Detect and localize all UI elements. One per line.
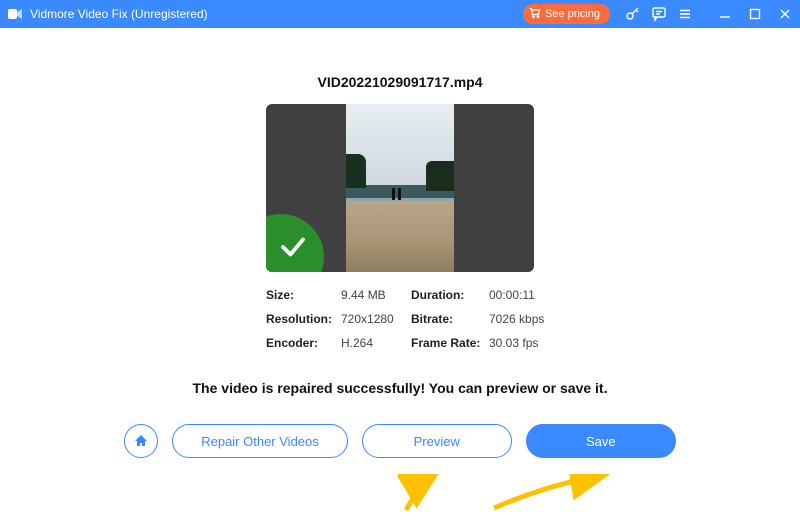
window-controls [710, 0, 800, 28]
home-button[interactable] [124, 424, 158, 458]
resolution-value: 720x1280 [341, 312, 411, 326]
menu-icon[interactable] [672, 0, 698, 28]
duration-label: Duration: [411, 288, 489, 302]
video-frame [346, 104, 454, 272]
framerate-value: 30.03 fps [489, 336, 559, 350]
size-value: 9.44 MB [341, 288, 411, 302]
app-title: Vidmore Video Fix (Unregistered) [30, 7, 208, 21]
maximize-button[interactable] [740, 0, 770, 28]
size-label: Size: [266, 288, 341, 302]
duration-value: 00:00:11 [489, 288, 559, 302]
save-button[interactable]: Save [526, 424, 676, 458]
key-icon[interactable] [620, 0, 646, 28]
cart-icon [529, 7, 541, 22]
minimize-button[interactable] [710, 0, 740, 28]
video-thumbnail [266, 104, 534, 272]
feedback-icon[interactable] [646, 0, 672, 28]
titlebar: Vidmore Video Fix (Unregistered) See pri… [0, 0, 800, 28]
success-check-icon [266, 214, 324, 272]
success-message: The video is repaired successfully! You … [193, 380, 608, 396]
preview-button[interactable]: Preview [362, 424, 512, 458]
save-label: Save [586, 434, 616, 449]
see-pricing-label: See pricing [545, 8, 600, 20]
repair-other-label: Repair Other Videos [201, 434, 319, 449]
encoder-value: H.264 [341, 336, 411, 350]
framerate-label: Frame Rate: [411, 336, 489, 350]
close-button[interactable] [770, 0, 800, 28]
bitrate-label: Bitrate: [411, 312, 489, 326]
titlebar-left: Vidmore Video Fix (Unregistered) [0, 5, 208, 23]
app-logo-icon [6, 5, 24, 23]
filename-label: VID20221029091717.mp4 [317, 74, 482, 90]
titlebar-right: See pricing [523, 0, 800, 28]
repair-other-videos-button[interactable]: Repair Other Videos [172, 424, 348, 458]
preview-label: Preview [414, 434, 460, 449]
see-pricing-button[interactable]: See pricing [523, 4, 610, 24]
encoder-label: Encoder: [266, 336, 341, 350]
resolution-label: Resolution: [266, 312, 341, 326]
bitrate-value: 7026 kbps [489, 312, 559, 326]
metadata-grid: Size: 9.44 MB Duration: 00:00:11 Resolut… [266, 288, 534, 350]
action-button-row: Repair Other Videos Preview Save [124, 424, 676, 458]
main-content: VID20221029091717.mp4 Size: 9.44 MB Dura… [0, 28, 800, 521]
